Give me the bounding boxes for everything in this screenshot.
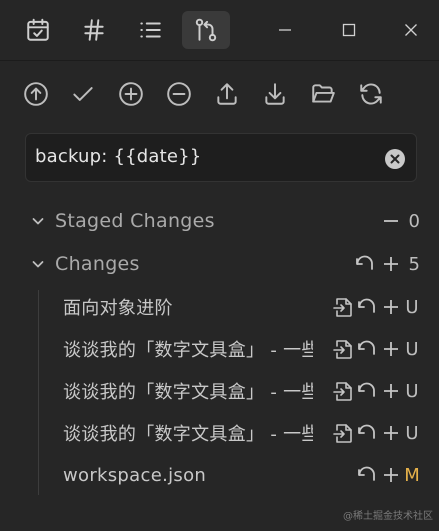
chevron-down-icon[interactable]: [28, 254, 48, 274]
file-name: workspace.json: [63, 464, 207, 486]
list-item[interactable]: 谈谈我的「数字文具盒」 - 一些 U: [63, 417, 420, 449]
plus-circle-icon[interactable]: [115, 76, 147, 112]
minimize-icon[interactable]: [265, 10, 305, 50]
status-badge: U: [405, 296, 419, 318]
changes-count: 5: [408, 253, 420, 275]
open-file-icon[interactable]: [332, 295, 354, 319]
discard-all-icon[interactable]: [354, 252, 376, 276]
download-icon[interactable]: [259, 76, 291, 112]
list-icon[interactable]: [126, 11, 174, 49]
file-name: 谈谈我的「数字文具盒」 - 一些: [63, 382, 313, 403]
discard-icon[interactable]: [356, 379, 378, 403]
commit-message-input[interactable]: backup: {{date}}: [25, 133, 417, 182]
maximize-icon[interactable]: [329, 10, 369, 50]
discard-icon[interactable]: [356, 463, 378, 487]
stage-icon[interactable]: [380, 337, 402, 361]
list-item[interactable]: 谈谈我的「数字文具盒」 - 一些 U: [63, 375, 420, 407]
status-badge: M: [404, 464, 420, 486]
open-file-icon[interactable]: [332, 337, 354, 361]
tree-indent-guide: [38, 290, 39, 495]
divider: [0, 60, 439, 61]
discard-icon[interactable]: [356, 337, 378, 361]
minus-circle-icon[interactable]: [163, 76, 195, 112]
file-name: 谈谈我的「数字文具盒」 - 一些: [63, 424, 313, 445]
discard-icon[interactable]: [356, 421, 378, 445]
commit-message-text[interactable]: backup: {{date}}: [35, 146, 201, 167]
upload-icon[interactable]: [211, 76, 243, 112]
chevron-down-icon[interactable]: [28, 211, 48, 231]
hash-icon[interactable]: [70, 11, 118, 49]
file-name: 谈谈我的「数字文具盒」 - 一些: [63, 340, 313, 361]
watermark: @稀土掘金技术社区: [343, 511, 433, 522]
clear-icon[interactable]: [385, 149, 405, 169]
list-item[interactable]: 面向对象进阶 U: [63, 291, 420, 323]
title-bar: [0, 0, 439, 60]
list-item[interactable]: workspace.json M: [63, 459, 420, 491]
folder-open-icon[interactable]: [307, 76, 339, 112]
file-name: 面向对象进阶: [63, 298, 173, 319]
calendar-check-icon[interactable]: [14, 11, 62, 49]
unstage-all-icon[interactable]: [380, 209, 402, 233]
changes-title: Changes: [55, 253, 140, 275]
stage-icon[interactable]: [380, 379, 402, 403]
list-item[interactable]: 谈谈我的「数字文具盒」 - 一些 U: [63, 333, 420, 365]
discard-icon[interactable]: [356, 295, 378, 319]
git-compare-icon[interactable]: [182, 11, 230, 49]
stage-all-icon[interactable]: [380, 252, 402, 276]
arrow-up-circle-icon[interactable]: [20, 76, 52, 112]
refresh-icon[interactable]: [355, 76, 387, 112]
staged-changes-title: Staged Changes: [55, 210, 215, 232]
changes-header[interactable]: Changes 5: [28, 248, 420, 280]
close-icon[interactable]: [391, 10, 431, 50]
check-icon[interactable]: [67, 76, 99, 112]
status-badge: U: [405, 422, 419, 444]
staged-count: 0: [408, 210, 420, 232]
staged-changes-header[interactable]: Staged Changes 0: [28, 205, 420, 237]
stage-icon[interactable]: [380, 421, 402, 445]
status-badge: U: [405, 338, 419, 360]
stage-icon[interactable]: [380, 463, 402, 487]
status-badge: U: [405, 380, 419, 402]
stage-icon[interactable]: [380, 295, 402, 319]
open-file-icon[interactable]: [332, 379, 354, 403]
open-file-icon[interactable]: [332, 421, 354, 445]
